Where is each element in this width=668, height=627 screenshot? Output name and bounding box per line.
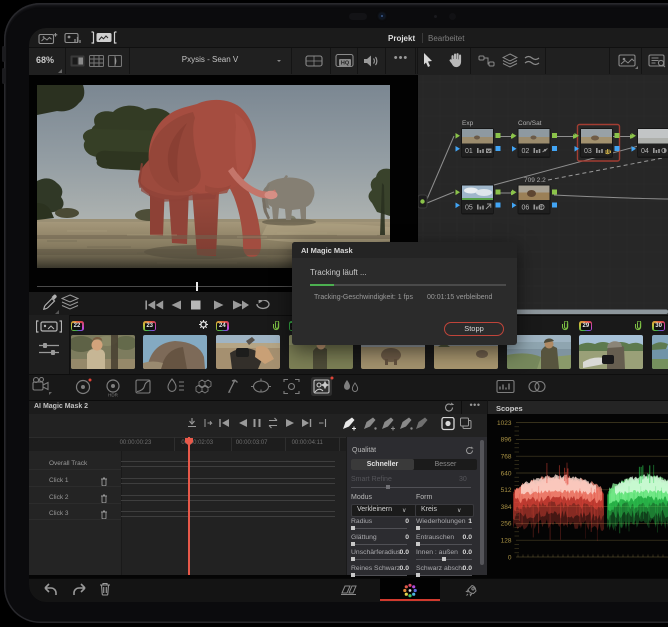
svg-text:05: 05 xyxy=(465,205,473,212)
svg-text:HDR: HDR xyxy=(108,393,118,398)
svg-text:Con/Sat: Con/Sat xyxy=(518,120,542,127)
svg-text:384: 384 xyxy=(501,504,512,511)
svg-text:256: 256 xyxy=(501,521,512,528)
svg-text:06: 06 xyxy=(522,205,530,212)
svg-text:640: 640 xyxy=(501,470,512,477)
svg-text:02: 02 xyxy=(522,148,530,155)
svg-text:768: 768 xyxy=(501,454,512,461)
svg-text:709 2.2: 709 2.2 xyxy=(524,177,546,184)
svg-text:03: 03 xyxy=(584,148,592,155)
svg-text:01: 01 xyxy=(465,148,473,155)
svg-text:512: 512 xyxy=(501,487,512,494)
svg-text:1023: 1023 xyxy=(497,420,512,427)
svg-text:0: 0 xyxy=(508,554,512,561)
svg-text:04: 04 xyxy=(641,148,649,155)
svg-text:128: 128 xyxy=(501,538,512,545)
svg-text:HQ: HQ xyxy=(341,61,350,67)
svg-text:896: 896 xyxy=(501,437,512,444)
svg-text:Exp: Exp xyxy=(462,120,474,127)
